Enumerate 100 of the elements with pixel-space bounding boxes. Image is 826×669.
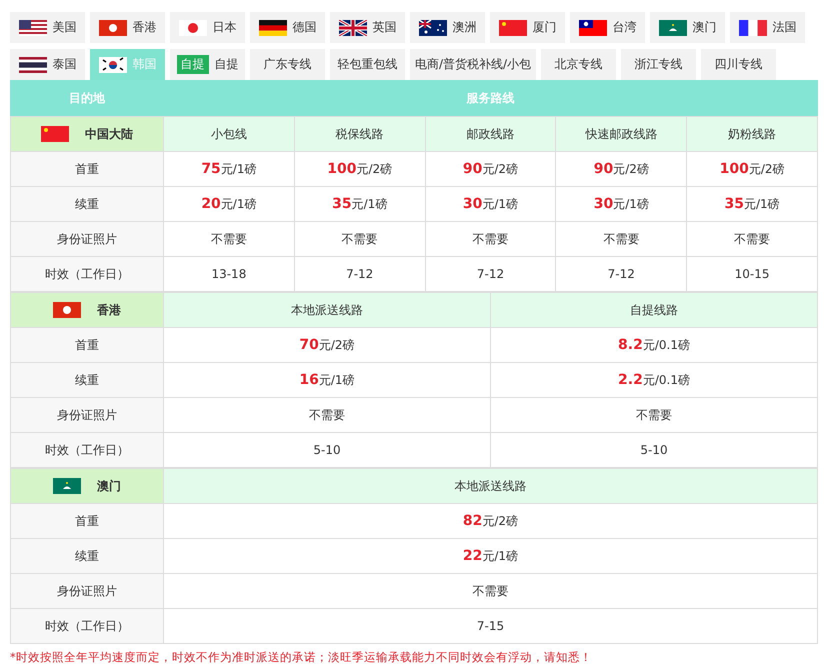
table-cell: 8.2元/0.1磅 [490, 328, 818, 362]
tab[interactable]: 澳门 [650, 12, 725, 43]
tab[interactable]: 轻包重包线 [330, 49, 405, 80]
route-header: 奶粉线路 [686, 116, 818, 152]
table-cell: 30元/1磅 [425, 186, 556, 222]
row-label: 身份证照片 [10, 398, 164, 432]
table-cell: 不需要 [490, 398, 818, 432]
tab[interactable]: 台湾 [570, 12, 645, 43]
table-cell: 90元/2磅 [425, 152, 556, 186]
flag-icon [18, 56, 46, 72]
flag-icon [178, 20, 206, 36]
table-cell: 2.2元/0.1磅 [490, 362, 818, 398]
flag-icon [98, 56, 126, 72]
pickup-badge: 自提 [176, 55, 208, 74]
table-cell: 7-12 [425, 256, 556, 292]
flag-icon [338, 20, 366, 36]
tab-label: 香港 [132, 19, 156, 36]
route-header: 税保线路 [294, 116, 426, 152]
table-cell: 70元/2磅 [164, 328, 490, 362]
table-cell: 100元/2磅 [294, 152, 426, 186]
route-header: 快速邮政线路 [556, 116, 687, 152]
row-label: 时效（工作日） [10, 256, 164, 292]
table-cell: 不需要 [164, 574, 818, 608]
flag-icon [53, 478, 81, 494]
flag-icon [258, 20, 286, 36]
table-cell: 100元/2磅 [686, 152, 818, 186]
row-label: 首重 [10, 152, 164, 186]
tab[interactable]: 日本 [170, 12, 245, 43]
tab-label: 泰国 [52, 56, 76, 73]
tab[interactable]: 北京专线 [541, 49, 616, 80]
tab-label: 英国 [372, 19, 396, 36]
tab[interactable]: 香港 [90, 12, 165, 43]
region-name: 香港 [97, 302, 121, 318]
table-cell: 不需要 [425, 222, 556, 256]
tab[interactable]: 法国 [730, 12, 805, 43]
tab[interactable]: 泰国 [10, 49, 85, 80]
tab[interactable]: 广东专线 [250, 49, 325, 80]
table-cell: 不需要 [556, 222, 687, 256]
region-name: 澳门 [97, 478, 121, 494]
route-header: 本地派送线路 [164, 292, 490, 328]
table-cell: 不需要 [686, 222, 818, 256]
row-label: 身份证照片 [10, 574, 164, 608]
flag-icon [18, 20, 46, 36]
table-cell: 7-15 [164, 608, 818, 644]
flag-icon [578, 20, 606, 36]
flag-icon [41, 126, 69, 142]
column-header: 服务路线 [164, 80, 818, 116]
tab-label: 美国 [52, 19, 76, 36]
tab-label: 日本 [212, 19, 236, 36]
tab[interactable]: 厦门 [490, 12, 565, 43]
table-cell: 35元/1磅 [686, 186, 818, 222]
table-cell: 30元/1磅 [556, 186, 687, 222]
tab[interactable]: 美国 [10, 12, 85, 43]
row-label: 时效（工作日） [10, 432, 164, 468]
tab-label: 台湾 [612, 19, 636, 36]
column-header: 目的地 [10, 80, 164, 116]
table-cell: 75元/1磅 [164, 152, 294, 186]
tab-label: 法国 [772, 19, 796, 36]
row-label: 首重 [10, 328, 164, 362]
tab[interactable]: 英国 [330, 12, 405, 43]
route-header: 小包线 [164, 116, 294, 152]
table-cell: 5-10 [164, 432, 490, 468]
row-label: 首重 [10, 504, 164, 538]
flag-icon [418, 20, 446, 36]
tab-label: 澳洲 [452, 19, 476, 36]
table-cell: 不需要 [294, 222, 426, 256]
table-cell: 35元/1磅 [294, 186, 426, 222]
tab-label: 德国 [292, 19, 316, 36]
tab-label: 自提 [214, 56, 238, 73]
table-cell: 不需要 [164, 222, 294, 256]
row-label: 续重 [10, 362, 164, 398]
table-cell: 13-18 [164, 256, 294, 292]
region-name: 中国大陆 [85, 126, 133, 142]
tab[interactable]: 澳洲 [410, 12, 485, 43]
row-label: 续重 [10, 538, 164, 574]
table-cell: 不需要 [164, 398, 490, 432]
tab[interactable]: 电商/普货税补线/小包 [410, 49, 536, 80]
flag-icon [738, 20, 766, 36]
table-cell: 7-12 [294, 256, 426, 292]
table-cell: 10-15 [686, 256, 818, 292]
table-cell: 22元/1磅 [164, 538, 818, 574]
tab-label: 厦门 [532, 19, 556, 36]
table-cell: 20元/1磅 [164, 186, 294, 222]
tab-label: 澳门 [692, 19, 716, 36]
flag-icon [53, 302, 81, 318]
tab[interactable]: 德国 [250, 12, 325, 43]
flag-icon [658, 20, 686, 36]
footnote: *时效按照全年平均速度而定，时效不作为准时派送的承诺；淡旺季运输承载能力不同时效会有浮动，请知悉！ [10, 650, 593, 665]
flag-icon [498, 20, 526, 36]
row-label: 时效（工作日） [10, 608, 164, 644]
table-cell: 90元/2磅 [556, 152, 687, 186]
row-label: 身份证照片 [10, 222, 164, 256]
tab[interactable]: 四川专线 [701, 49, 776, 80]
table-cell: 16元/1磅 [164, 362, 490, 398]
tab[interactable]: 浙江专线 [621, 49, 696, 80]
tab[interactable]: 自提 自提 [170, 49, 245, 80]
tab-label: 韩国 [132, 56, 156, 73]
table-cell: 7-12 [556, 256, 687, 292]
table-cell: 82元/2磅 [164, 504, 818, 538]
table-cell: 5-10 [490, 432, 818, 468]
